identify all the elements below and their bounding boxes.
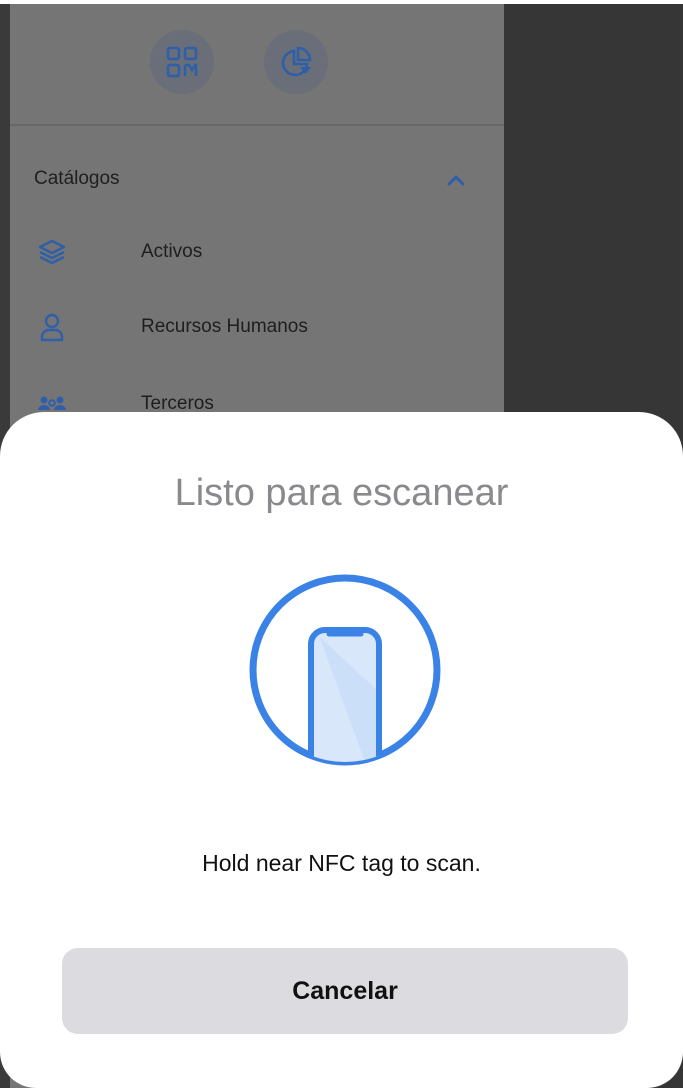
scan-instruction: Hold near NFC tag to scan. — [202, 850, 481, 876]
person-icon — [40, 313, 64, 342]
chevron-up-icon[interactable] — [444, 168, 468, 192]
catalogs-section-title[interactable]: Catálogos — [34, 168, 120, 190]
sheet-title: Listo para escanear — [174, 472, 509, 514]
nfc-scan-sheet: Listo para escanear Hold near NFC tag to… — [0, 412, 683, 1088]
sidebar-item-recursos-humanos[interactable]: Recursos Humanos — [10, 299, 504, 359]
sidebar-item-label: Recursos Humanos — [141, 316, 308, 337]
phone-nfc-icon — [249, 574, 441, 766]
cancel-button[interactable]: Cancelar — [62, 948, 628, 1034]
sidebar-item-label: Activos — [141, 241, 203, 262]
qr-code-icon — [166, 46, 198, 78]
sidebar-item-activos[interactable]: Activos — [10, 224, 504, 284]
quick-actions-row — [10, 4, 504, 124]
layers-icon — [38, 239, 66, 265]
pie-chart-icon — [281, 46, 312, 77]
drawer-divider — [10, 124, 504, 126]
reports-button[interactable] — [264, 30, 328, 94]
qr-scan-button[interactable] — [150, 30, 214, 94]
